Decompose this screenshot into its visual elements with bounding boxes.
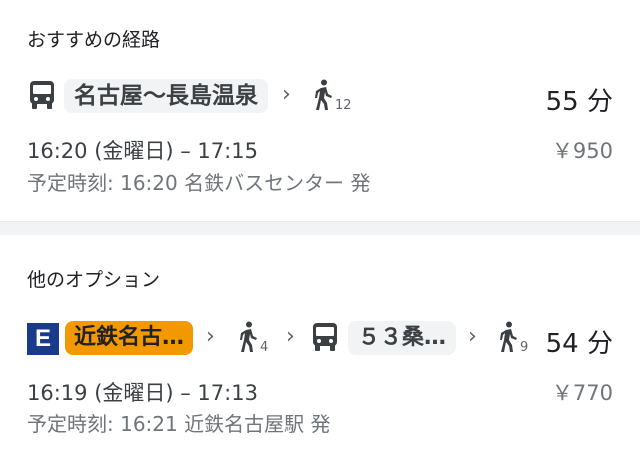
walk-duration: 9 bbox=[520, 340, 529, 355]
walk-icon bbox=[315, 79, 332, 110]
bus-icon bbox=[313, 323, 337, 351]
chevron-right-icon: › bbox=[468, 324, 477, 349]
walk-duration: 4 bbox=[260, 340, 269, 355]
trip-duration: 55 分 bbox=[545, 87, 613, 117]
section-title-other-options: 他のオプション bbox=[27, 269, 161, 291]
departure-schedule: 予定時刻: 16:21 近鉄名古屋駅 発 bbox=[27, 412, 331, 436]
walk-duration: 12 bbox=[335, 98, 352, 113]
chevron-right-icon: › bbox=[206, 324, 215, 349]
route-card-recommended[interactable]: 名古屋〜長島温泉 › 12 55 分 16:20 (金曜日) – 17:15 ￥… bbox=[0, 66, 640, 206]
bus-icon bbox=[30, 81, 54, 109]
chevron-right-icon: › bbox=[286, 324, 295, 349]
bus-route-chip: ５３桑… bbox=[348, 321, 457, 355]
line-badge: E bbox=[27, 323, 59, 355]
fare-price: ￥770 bbox=[551, 381, 613, 405]
route-card-other[interactable]: E 近鉄名古… › 4 › ５３桑… › 9 54 分 16:19 (金曜日) … bbox=[0, 308, 640, 448]
departure-schedule: 予定時刻: 16:20 名鉄バスセンター 発 bbox=[27, 171, 371, 195]
walk-icon bbox=[240, 321, 257, 352]
section-title-recommended: おすすめの経路 bbox=[27, 29, 161, 51]
train-route-chip: 近鉄名古… bbox=[65, 321, 194, 355]
trip-duration: 54 分 bbox=[545, 329, 613, 359]
walk-icon bbox=[500, 321, 517, 352]
bus-route-chip: 名古屋〜長島温泉 bbox=[64, 79, 268, 113]
fare-price: ￥950 bbox=[551, 139, 613, 163]
trip-times: 16:19 (金曜日) – 17:13 bbox=[27, 381, 258, 405]
trip-times: 16:20 (金曜日) – 17:15 bbox=[27, 139, 258, 163]
chevron-right-icon: › bbox=[282, 82, 291, 107]
section-divider bbox=[0, 221, 640, 235]
